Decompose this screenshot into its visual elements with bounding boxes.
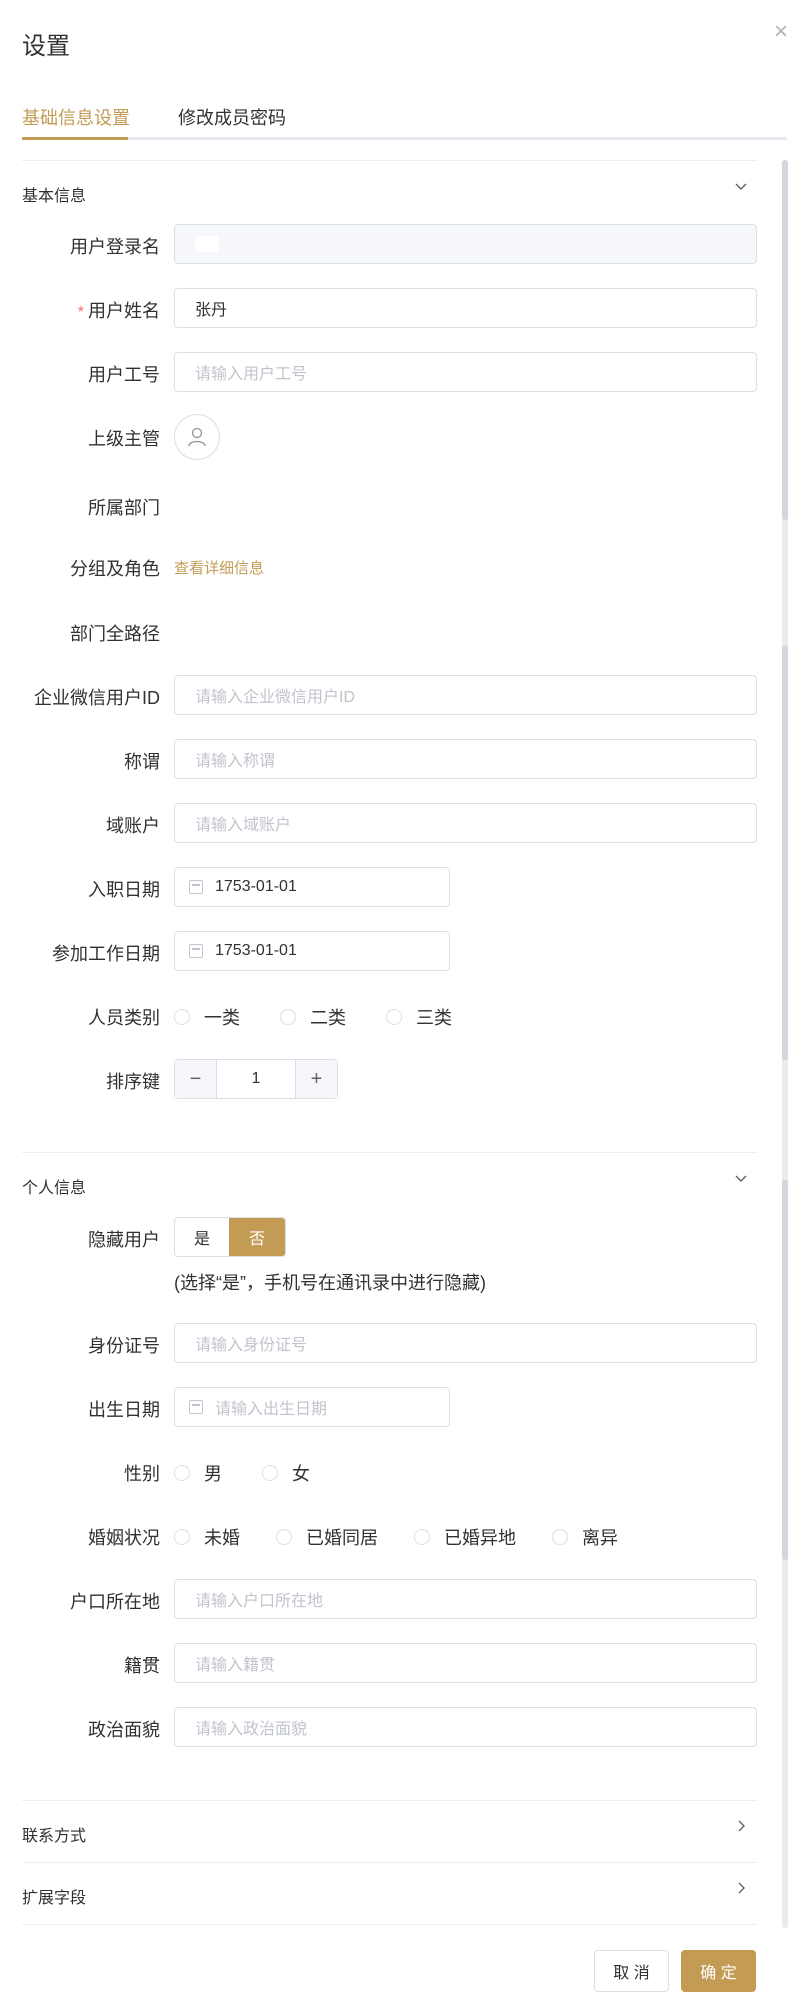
section-divider [22, 160, 757, 161]
sort-key-label: 排序键 [106, 1072, 160, 1092]
hire-date-picker[interactable]: 1753-01-01 [174, 867, 450, 907]
chevron-right-icon[interactable] [735, 1820, 747, 1832]
staff-category-radio-group: 一类 二类 三类 [174, 1004, 490, 1030]
section-contact-title: 联系方式 [22, 1828, 87, 1845]
hukou-input[interactable]: 请输入户口所在地 [174, 1579, 757, 1619]
calendar-icon [189, 880, 203, 894]
chevron-right-icon[interactable] [735, 1882, 747, 1894]
hire-date-label: 入职日期 [88, 880, 160, 900]
radio-gender-male[interactable]: 男 [174, 1460, 222, 1486]
supervisor-label: 上级主管 [88, 429, 160, 449]
section-divider [22, 1924, 757, 1925]
native-place-input[interactable]: 请输入籍贯 [174, 1643, 757, 1683]
radio-staff-category-3[interactable]: 三类 [386, 1004, 452, 1030]
view-details-link[interactable]: 查看详细信息 [174, 557, 264, 578]
birth-date-label: 出生日期 [88, 1400, 160, 1420]
hide-user-no-button[interactable]: 否 [229, 1218, 285, 1256]
section-contact-header[interactable]: 联系方式 [22, 1820, 757, 1846]
tab-change-password[interactable]: 修改成员密码 [178, 104, 286, 138]
required-mark: * [77, 304, 84, 321]
dialog-title: 设置 [22, 33, 70, 60]
sort-key-stepper: − 1 + [174, 1059, 338, 1099]
department-label: 所属部门 [88, 498, 160, 518]
supervisor-avatar[interactable] [174, 414, 220, 460]
chevron-down-icon[interactable] [735, 1172, 747, 1184]
radio-staff-category-1[interactable]: 一类 [174, 1004, 240, 1030]
tab-basic-settings[interactable]: 基础信息设置 [22, 104, 130, 138]
employee-no-label: 用户工号 [88, 365, 160, 385]
marital-radio-group: 未婚 已婚同居 已婚异地 离异 [174, 1524, 656, 1550]
login-name-masked-value [195, 236, 219, 252]
confirm-button[interactable]: 确 定 [681, 1950, 756, 1992]
close-icon[interactable]: × [774, 20, 788, 44]
gender-radio-group: 男 女 [174, 1460, 348, 1486]
hide-user-yes-button[interactable]: 是 [175, 1218, 229, 1256]
radio-marital-cohabiting[interactable]: 已婚同居 [276, 1524, 378, 1550]
section-personal-title: 个人信息 [22, 1180, 87, 1197]
section-basic-header[interactable]: 基本信息 [22, 182, 757, 206]
marital-label: 婚姻状况 [88, 1528, 160, 1548]
tab-bar: 基础信息设置 修改成员密码 [22, 104, 787, 140]
gender-label: 性别 [124, 1464, 160, 1484]
political-input[interactable]: 请输入政治面貌 [174, 1707, 757, 1747]
radio-marital-divorced[interactable]: 离异 [552, 1524, 618, 1550]
honorific-label: 称谓 [124, 752, 160, 772]
wecom-id-label: 企业微信用户ID [34, 688, 160, 708]
id-number-label: 身份证号 [88, 1336, 160, 1356]
scrollbar-thumb-segment [782, 1180, 788, 1560]
section-divider [22, 1862, 757, 1863]
login-name-label: 用户登录名 [70, 237, 160, 257]
scrollbar-thumb[interactable] [782, 160, 788, 520]
login-name-field [174, 224, 757, 264]
section-basic-title: 基本信息 [22, 188, 87, 205]
birth-date-picker[interactable]: 请输入出生日期 [174, 1387, 450, 1427]
honorific-input[interactable]: 请输入称谓 [174, 739, 757, 779]
section-extended-title: 扩展字段 [22, 1890, 87, 1907]
radio-gender-female[interactable]: 女 [262, 1460, 310, 1486]
wecom-id-input[interactable]: 请输入企业微信用户ID [174, 675, 757, 715]
radio-staff-category-2[interactable]: 二类 [280, 1004, 346, 1030]
work-start-date-label: 参加工作日期 [52, 944, 160, 964]
section-divider [22, 1800, 757, 1801]
domain-account-input[interactable]: 请输入域账户 [174, 803, 757, 843]
calendar-icon [189, 944, 203, 958]
user-icon [188, 427, 206, 447]
section-extended-header[interactable]: 扩展字段 [22, 1882, 757, 1908]
radio-marital-separated[interactable]: 已婚异地 [414, 1524, 516, 1550]
hide-user-label: 隐藏用户 [88, 1230, 160, 1250]
section-personal-header[interactable]: 个人信息 [22, 1174, 757, 1198]
group-role-label: 分组及角色 [70, 559, 160, 579]
decrement-button[interactable]: − [175, 1060, 217, 1098]
hide-user-toggle: 是 否 [174, 1217, 286, 1257]
id-number-input[interactable]: 请输入身份证号 [174, 1323, 757, 1363]
radio-marital-single[interactable]: 未婚 [174, 1524, 240, 1550]
hide-user-hint: (选择“是”，手机号在通讯录中进行隐藏) [174, 1273, 486, 1293]
scrollbar-thumb-segment [782, 645, 788, 1060]
user-name-input[interactable]: 张丹 [174, 288, 757, 328]
work-start-date-picker[interactable]: 1753-01-01 [174, 931, 450, 971]
employee-no-input[interactable]: 请输入用户工号 [174, 352, 757, 392]
tab-active-indicator [22, 137, 128, 140]
scrollbar[interactable] [782, 160, 788, 1928]
sort-key-value[interactable]: 1 [217, 1060, 295, 1098]
user-name-label: * 用户姓名 [77, 301, 160, 321]
section-divider [22, 1152, 757, 1153]
political-label: 政治面貌 [88, 1720, 160, 1740]
increment-button[interactable]: + [295, 1060, 337, 1098]
chevron-down-icon[interactable] [735, 180, 747, 192]
domain-account-label: 域账户 [106, 816, 160, 836]
native-place-label: 籍贯 [124, 1656, 160, 1676]
calendar-icon [189, 1400, 203, 1414]
hukou-label: 户口所在地 [70, 1592, 160, 1612]
staff-category-label: 人员类别 [88, 1008, 160, 1028]
cancel-button[interactable]: 取 消 [594, 1950, 669, 1992]
dept-path-label: 部门全路径 [70, 624, 160, 644]
